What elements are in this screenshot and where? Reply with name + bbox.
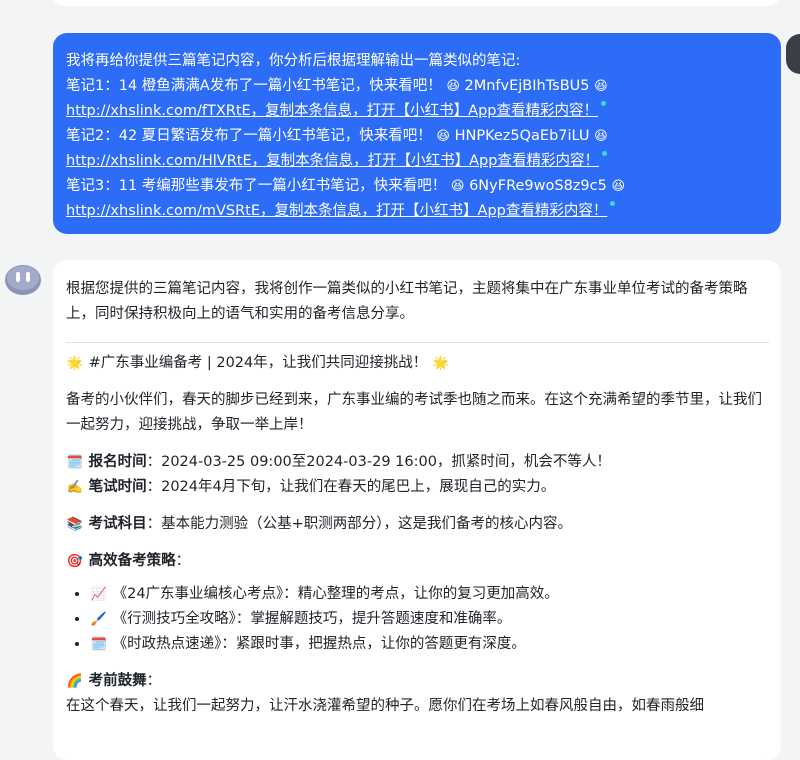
exam-time-text: ：2024年4月下旬，让我们在春天的尾巴上，展现自己的实力。 — [146, 479, 556, 495]
sparkle-dot-icon — [601, 151, 607, 156]
glowing-star-icon: 🌟 — [432, 356, 449, 371]
user-avatar — [786, 34, 800, 74]
strategy-item-text: 《行测技巧全攻略》：掌握解题技巧，提升答题速度和准确率。 — [112, 611, 512, 627]
strategy-item-text: 《24广东事业编核心考点》：精心整理的考点，让你的复习更加高效。 — [112, 586, 559, 602]
chart-increasing-icon: 📈 — [90, 587, 108, 602]
answer-intro: 根据您提供的三篇笔记内容，我将创作一篇类似的小红书笔记，主题将集中在广东事业单位… — [66, 281, 748, 322]
paintbrush-icon: 🖌️ — [90, 612, 108, 627]
assistant-message-card: 根据您提供的三篇笔记内容，我将创作一篇类似的小红书笔记，主题将集中在广东事业单位… — [53, 260, 781, 760]
calendar-icon: 🗓️ — [66, 455, 84, 470]
exam-time-line: ✍️ 笔试时间：2024年4月下旬，让我们在春天的尾巴上，展现自己的实力。 — [66, 475, 769, 500]
note-2-link-line: http://xhslink.com/HlVRtE，复制本条信息，打开【小红书】… — [66, 149, 769, 174]
grin-emoji-icon: 😆 — [594, 128, 608, 144]
list-item: 🖌️ 《行测技巧全攻略》：掌握解题技巧，提升答题速度和准确率。 — [90, 607, 769, 632]
note-1-text: 笔记1：14 橙鱼满满A发布了一篇小红书笔记，快来看吧！ — [66, 77, 442, 94]
exam-subject-text: ：基本能力测验（公基+职测两部分），这是我们备考的核心内容。 — [146, 516, 573, 532]
grin-emoji-icon: 😆 — [594, 78, 608, 94]
cheer-colon: ： — [146, 673, 162, 689]
rainbow-icon: 🌈 — [66, 674, 84, 689]
note-title-text: #广东事业编备考 | 2024年，让我们共同迎接挑战！ — [88, 355, 428, 371]
note-2-text: 笔记2：42 夏日繁语发布了一篇小红书笔记，快来看吧！ — [66, 127, 432, 144]
exam-subject-label: 考试科目 — [88, 516, 147, 532]
user-message-intro: 我将再给你提供三篇笔记内容，你分析后根据理解输出一篇类似的笔记: — [66, 53, 521, 69]
note-2-line: 笔记2：42 夏日繁语发布了一篇小红书笔记，快来看吧！ 😆 HNPKez5QaE… — [66, 124, 769, 150]
signup-time-line: 🗓️ 报名时间：2024-03-25 09:00至2024-03-29 16:0… — [66, 450, 769, 475]
list-item: 📈 《24广东事业编核心考点》：精心整理的考点，让你的复习更加高效。 — [90, 582, 769, 607]
strategy-list: 📈 《24广东事业编核心考点》：精心整理的考点，让你的复习更加高效。 🖌️ 《行… — [66, 582, 769, 657]
grin-emoji-icon: 😆 — [436, 128, 450, 144]
list-item: 🗓️ 《时政热点速递》：紧跟时事，把握热点，让你的答题更有深度。 — [90, 632, 769, 657]
writing-hand-icon: ✍️ — [66, 480, 84, 495]
note-1-line: 笔记1：14 橙鱼满满A发布了一篇小红书笔记，快来看吧！ 😆 2MnfvEjBI… — [66, 74, 769, 100]
note-1-code: 2MnfvEjBIhTsBU5 — [464, 77, 590, 94]
note-3-text: 笔记3：11 考编那些事发布了一篇小红书笔记，快来看吧！ — [66, 177, 447, 194]
strategy-heading: 🎯 高效备考策略： — [66, 549, 769, 574]
books-icon: 📚 — [66, 517, 84, 532]
note-3-link[interactable]: http://xhslink.com/mVSRtE，复制本条信息，打开【小红书】… — [66, 203, 607, 219]
note-2-code: HNPKez5QaEb7iLU — [454, 127, 590, 144]
exam-subject-line: 📚 考试科目：基本能力测验（公基+职测两部分），这是我们备考的核心内容。 — [66, 512, 769, 537]
note-3-link-line: http://xhslink.com/mVSRtE，复制本条信息，打开【小红书】… — [66, 199, 769, 224]
signup-time-label: 报名时间 — [88, 454, 147, 470]
paragraph-intro: 备考的小伙伴们，春天的脚步已经到来，广东事业编的考试季也随之而来。在这个充满希望… — [66, 392, 762, 433]
cheer-text: 在这个春天，让我们一起努力，让汗水浇灌希望的种子。愿你们在考场上如春风般自由，如… — [66, 698, 704, 714]
note-1-link[interactable]: http://xhslink.com/fTXRtE，复制本条信息，打开【小红书】… — [66, 103, 598, 119]
strategy-colon: ： — [175, 553, 191, 569]
cheer-heading: 🌈 考前鼓舞： — [66, 669, 769, 694]
grin-emoji-icon: 😆 — [446, 78, 460, 94]
sparkle-dot-icon — [610, 201, 616, 206]
previous-message-card — [52, 0, 780, 6]
cheer-label: 考前鼓舞 — [88, 673, 147, 689]
assistant-avatar-icon — [4, 262, 42, 298]
target-icon: 🎯 — [66, 554, 84, 569]
strategy-item-text: 《时政热点速递》：紧跟时事，把握热点，让你的答题更有深度。 — [112, 636, 526, 652]
grin-emoji-icon: 😆 — [611, 178, 626, 194]
glowing-star-icon: 🌟 — [66, 356, 84, 371]
signup-time-text: ：2024-03-25 09:00至2024-03-29 16:00，抓紧时间，… — [146, 454, 611, 470]
strategy-label: 高效备考策略 — [88, 553, 176, 569]
exam-time-label: 笔试时间 — [88, 479, 147, 495]
sparkle-dot-icon — [601, 101, 606, 106]
note-title: 🌟 #广东事业编备考 | 2024年，让我们共同迎接挑战！ 🌟 — [66, 351, 769, 376]
calendar-icon: 🗓️ — [90, 637, 108, 652]
grin-emoji-icon: 😆 — [450, 178, 465, 194]
note-2-link[interactable]: http://xhslink.com/HlVRtE，复制本条信息，打开【小红书】… — [66, 153, 599, 169]
user-message-bubble: 我将再给你提供三篇笔记内容，你分析后根据理解输出一篇类似的笔记: 笔记1：14 … — [53, 33, 781, 234]
note-3-code: 6NyFRe9woS8z9c5 — [469, 177, 607, 194]
note-1-link-line: http://xhslink.com/fTXRtE，复制本条信息，打开【小红书】… — [66, 99, 769, 124]
note-3-line: 笔记3：11 考编那些事发布了一篇小红书笔记，快来看吧！ 😆 6NyFRe9wo… — [66, 174, 769, 200]
divider — [66, 342, 769, 343]
